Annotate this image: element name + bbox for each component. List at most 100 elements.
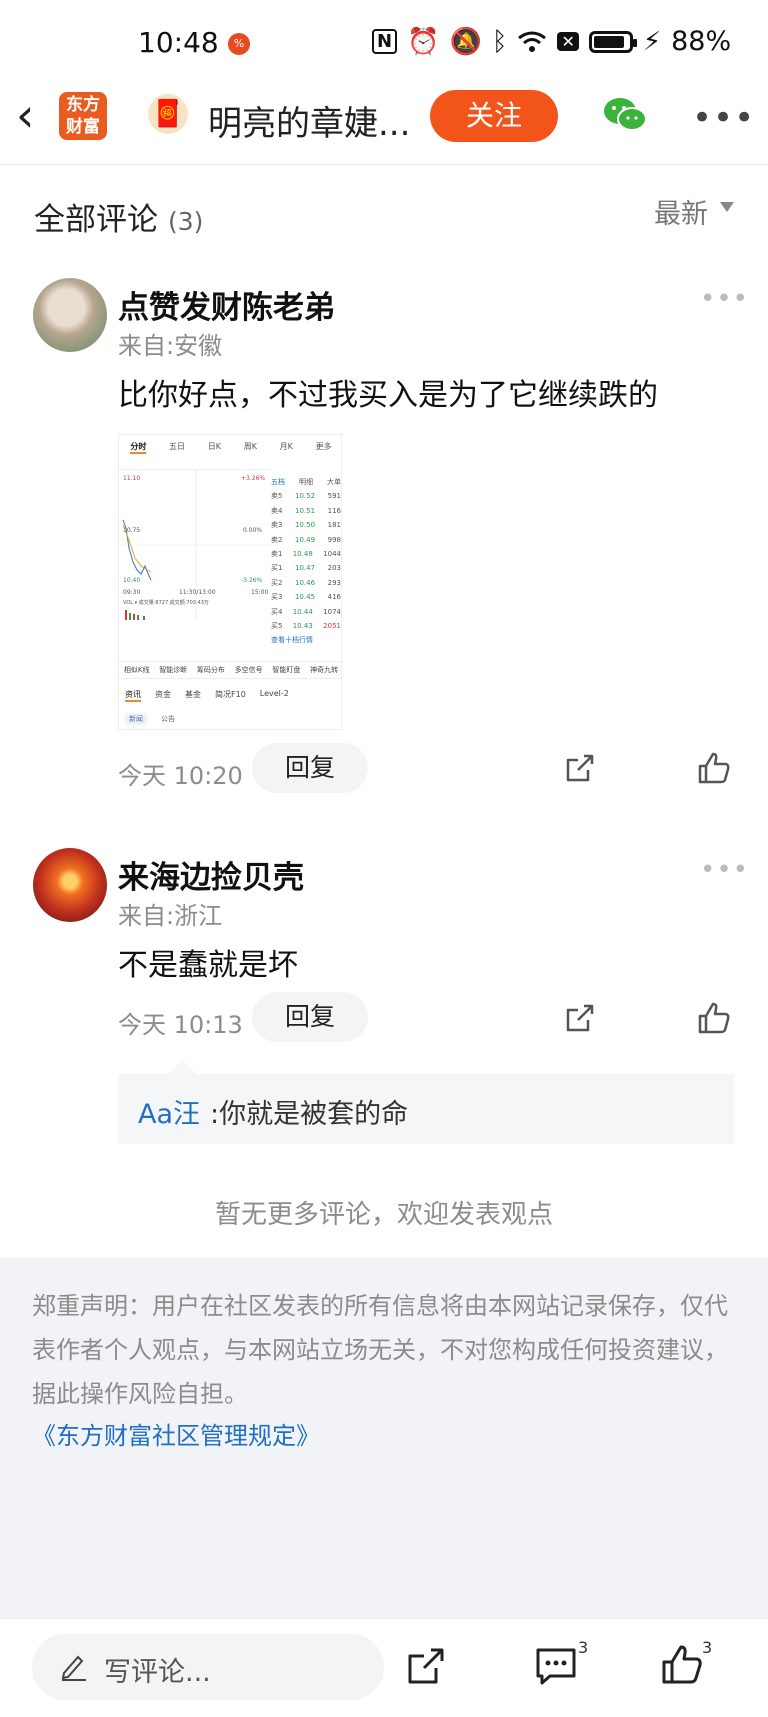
order-price: 10.47 <box>295 564 316 573</box>
chart-label-pct-up: +3.26% <box>241 475 265 482</box>
reply-button[interactable]: 回复 <box>252 743 368 793</box>
comment-icon[interactable] <box>534 1644 578 1688</box>
rules-link[interactable]: 《东方财富社区管理规定》 <box>32 1416 320 1451</box>
order-row: 买1 10.47 203 <box>271 561 341 575</box>
order-label: 买3 <box>271 593 283 602</box>
order-price: 10.50 <box>295 521 316 530</box>
order-row: 卖2 10.49 998 <box>271 533 341 547</box>
avatar[interactable] <box>33 848 107 922</box>
comment-more-icon[interactable]: ••• <box>700 284 749 314</box>
comment-time: 今天 10:20 <box>118 762 243 790</box>
chart-label-pct-mid: 0.00% <box>243 527 262 534</box>
order-vol: 998 <box>327 535 341 544</box>
order-vol: 1074 <box>323 607 341 616</box>
order-label: 买5 <box>271 622 283 631</box>
order-price: 10.46 <box>295 578 316 587</box>
sim-off-icon: ✕ <box>557 32 579 51</box>
comment-username[interactable]: 来海边捡贝壳 <box>118 852 304 897</box>
battery-icon <box>588 30 637 53</box>
more-icon[interactable]: ••• <box>692 98 755 138</box>
author-avatar[interactable]: 🧧 <box>148 94 188 134</box>
order-price: 10.48 <box>292 550 313 559</box>
order-label: 卖1 <box>271 550 283 559</box>
info-tab: Level-2 <box>259 689 289 698</box>
comment-more-icon[interactable]: ••• <box>700 855 749 885</box>
chart-label-low: 10.40 <box>123 577 140 584</box>
app-logo: 东方 财富 <box>59 92 107 140</box>
no-more-comments: 暂无更多评论，欢迎发表观点 <box>214 1200 553 1230</box>
comment-username[interactable]: 点赞发财陈老弟 <box>118 282 335 327</box>
back-icon[interactable]: ‹ <box>16 92 34 138</box>
charging-icon: ⚡ <box>642 26 662 57</box>
share-icon[interactable] <box>562 750 598 786</box>
alarm-icon: ⏰ <box>407 26 440 57</box>
comment-image[interactable]: 分时 五日 日K 周K 月K 更多 11.10 +3.26% 10.75 0.0… <box>118 434 342 730</box>
comment-text: 比你好点，不过我买入是为了它继续跌的 <box>118 378 658 413</box>
page-title[interactable]: 明亮的章婕... <box>208 96 418 145</box>
chart-label-high: 11.10 <box>123 475 140 482</box>
chart-label-pct-down: -3.26% <box>241 577 263 584</box>
order-vol: 181 <box>327 521 341 530</box>
order-vol: 116 <box>327 506 341 515</box>
caret-down-icon[interactable] <box>720 202 734 212</box>
like-icon[interactable] <box>696 750 732 786</box>
more-quotes-link: 查看十档行情 <box>271 636 313 645</box>
sub-reply[interactable]: Aa汪 :你就是被套的命 <box>118 1060 734 1144</box>
info-tabs: 资讯 资金 基金 简况F10 Level-2 <box>125 689 289 702</box>
sub-tab: 新闻 <box>125 713 147 725</box>
sub-reply-text: :你就是被套的命 <box>210 1099 409 1130</box>
info-tab: 简况F10 <box>215 690 246 699</box>
tool-label: 筹码分布 <box>196 666 225 674</box>
like-count-badge: 3 <box>702 1638 713 1657</box>
order-price: 10.45 <box>295 593 316 602</box>
order-price: 10.49 <box>295 535 316 544</box>
tool-label: 智能盯盘 <box>272 666 301 674</box>
order-label: 买4 <box>271 607 283 616</box>
order-label: 买1 <box>271 564 283 573</box>
tool-label: 多空信号 <box>234 666 263 674</box>
sub-reply-user[interactable]: Aa汪 <box>138 1092 200 1131</box>
book-tab: 大单 <box>327 478 341 486</box>
share-icon[interactable] <box>562 1000 598 1036</box>
share-icon[interactable] <box>404 1644 448 1688</box>
mute-icon: 🔕 <box>449 26 482 57</box>
chart-tab: 周K <box>243 442 257 451</box>
status-time: 10:48 <box>138 26 219 59</box>
chart-tab: 更多 <box>315 442 332 451</box>
chart-tab: 五日 <box>169 442 186 451</box>
chart-time-mid: 11:30/13:00 <box>179 589 216 596</box>
app-notification-icon: % <box>228 33 250 55</box>
sort-dropdown[interactable]: 最新 <box>654 192 708 231</box>
order-vol: 2051 <box>323 622 341 631</box>
wechat-icon[interactable] <box>602 94 648 134</box>
order-label: 卖5 <box>271 492 283 501</box>
comments-count: (3) <box>168 207 204 236</box>
order-vol: 591 <box>327 492 341 501</box>
order-price: 10.44 <box>292 607 313 616</box>
comment-location: 来自:浙江 <box>118 902 223 930</box>
like-icon[interactable] <box>660 1642 704 1686</box>
order-row: 买2 10.46 293 <box>271 576 341 590</box>
like-icon[interactable] <box>696 1000 732 1036</box>
comment-text: 不是蠢就是坏 <box>118 948 298 983</box>
reply-button[interactable]: 回复 <box>252 992 368 1042</box>
order-row: 卖3 10.50 181 <box>271 518 341 532</box>
pen-icon <box>61 1655 86 1681</box>
info-subtabs: 新闻 公告 <box>125 713 179 725</box>
comment-placeholder[interactable]: 写评论... <box>104 1650 211 1689</box>
chart-tab: 月K <box>279 442 293 451</box>
avatar[interactable] <box>33 278 107 352</box>
order-label: 卖2 <box>271 535 283 544</box>
battery-percent: 88% <box>671 26 732 57</box>
order-row: 买4 10.44 1074 <box>271 605 341 619</box>
wifi-icon <box>518 31 547 52</box>
order-vol: 293 <box>327 578 341 587</box>
comment-count-badge: 3 <box>578 1638 589 1657</box>
comment-location: 来自:安徽 <box>118 332 223 360</box>
info-tab: 资讯 <box>125 689 141 702</box>
follow-button[interactable]: 关注 <box>430 90 558 142</box>
order-vol: 1044 <box>323 550 341 559</box>
tool-label: 智能诊断 <box>159 666 188 674</box>
order-price: 10.51 <box>295 506 316 515</box>
order-row: 买5 10.43 2051 <box>271 619 341 633</box>
